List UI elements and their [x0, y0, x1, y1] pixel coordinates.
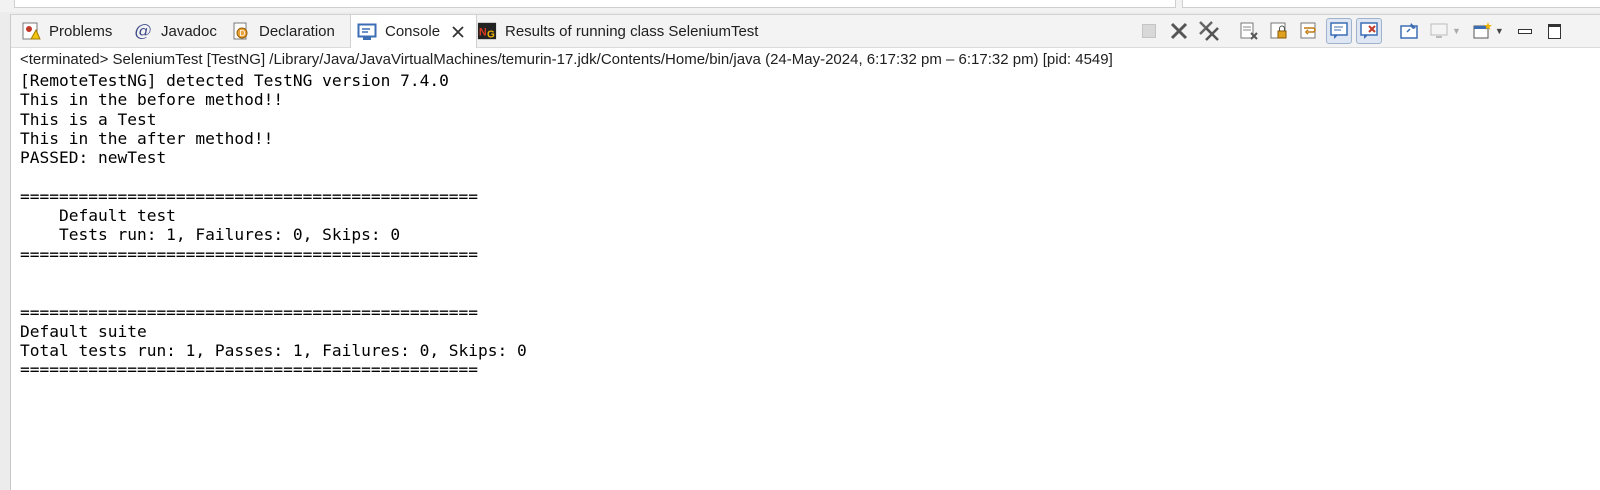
tab-label: Javadoc: [161, 22, 217, 40]
show-on-stderr-button[interactable]: [1356, 18, 1382, 44]
clear-console-icon: [1240, 22, 1258, 40]
problems-icon: [21, 21, 41, 41]
svg-text:D: D: [240, 29, 246, 38]
pin-icon: [1400, 23, 1418, 39]
console-line: ========================================…: [20, 302, 479, 322]
console-line: ========================================…: [20, 360, 479, 380]
clear-console-button[interactable]: [1236, 18, 1262, 44]
word-wrap-icon: [1300, 22, 1316, 39]
tab-console[interactable]: Console: [350, 15, 478, 48]
close-icon[interactable]: [450, 24, 466, 40]
tab-problems[interactable]: Problems: [21, 15, 112, 47]
show-stderr-icon: [1360, 22, 1378, 39]
console-line: ========================================…: [20, 244, 479, 264]
top-strip: [0, 0, 1600, 12]
process-status-label: <terminated> SeleniumTest [TestNG] /Libr…: [20, 51, 1113, 68]
top-field-left: [14, 0, 1176, 8]
open-console-icon: [1473, 22, 1492, 39]
console-line: Default suite: [20, 321, 147, 341]
console-line: Default test: [20, 206, 176, 226]
svg-text:N: N: [479, 27, 487, 39]
pin-console-button[interactable]: [1396, 18, 1422, 44]
console-view: Problems @ Javadoc D Declaration Console…: [10, 14, 1600, 490]
testng-icon: N G: [477, 21, 497, 41]
remove-all-icon: [1199, 21, 1219, 41]
console-icon: [357, 22, 377, 42]
console-line: This in the before method!!: [20, 90, 284, 110]
console-line: [RemoteTestNG] detected TestNG version 7…: [20, 71, 449, 90]
console-output[interactable]: [RemoteTestNG] detected TestNG version 7…: [20, 71, 1590, 380]
show-stdout-icon: [1330, 22, 1348, 39]
javadoc-icon: @: [134, 21, 152, 41]
remove-launch-button[interactable]: [1166, 18, 1192, 44]
stop-icon: [1142, 24, 1156, 38]
tab-declaration[interactable]: D Declaration: [231, 15, 335, 47]
minimize-button[interactable]: [1512, 18, 1538, 44]
console-line: ========================================…: [20, 186, 479, 206]
console-line: Tests run: 1, Failures: 0, Skips: 0: [20, 225, 401, 245]
console-toolbar: ▼ ▼: [1136, 15, 1572, 47]
chevron-down-icon[interactable]: ▼: [1452, 26, 1461, 36]
display-selected-console-button[interactable]: [1426, 18, 1452, 44]
tab-label: Console: [385, 23, 441, 40]
display-console-icon: [1430, 23, 1448, 38]
open-console-button[interactable]: [1469, 18, 1495, 44]
console-line: Total tests run: 1, Passes: 1, Failures:…: [20, 341, 527, 361]
show-on-stdout-button[interactable]: [1326, 18, 1352, 44]
top-field-right: [1182, 0, 1600, 8]
chevron-down-icon[interactable]: ▼: [1495, 26, 1504, 36]
declaration-icon: D: [231, 21, 251, 41]
tab-testng-results[interactable]: N G Results of running class SeleniumTes…: [477, 15, 758, 47]
svg-text:G: G: [487, 29, 495, 40]
maximize-button[interactable]: [1542, 18, 1568, 44]
view-tab-bar: Problems @ Javadoc D Declaration Console…: [11, 15, 1600, 48]
tab-label: Declaration: [259, 22, 335, 40]
console-line: This is a Test: [20, 109, 157, 129]
console-line: This in the after method!!: [20, 128, 274, 148]
remove-all-terminated-button[interactable]: [1196, 18, 1222, 44]
scroll-lock-icon: [1270, 22, 1287, 39]
scroll-lock-button[interactable]: [1266, 18, 1292, 44]
tab-javadoc[interactable]: @ Javadoc: [133, 15, 217, 47]
minimize-icon: [1517, 28, 1532, 34]
tab-label: Results of running class SeleniumTest: [505, 22, 759, 40]
console-line: PASSED: newTest: [20, 148, 167, 168]
tab-label: Problems: [49, 22, 113, 40]
remove-icon: [1170, 22, 1188, 40]
maximize-icon: [1548, 23, 1562, 39]
word-wrap-button[interactable]: [1296, 18, 1322, 44]
terminate-button[interactable]: [1136, 18, 1162, 44]
